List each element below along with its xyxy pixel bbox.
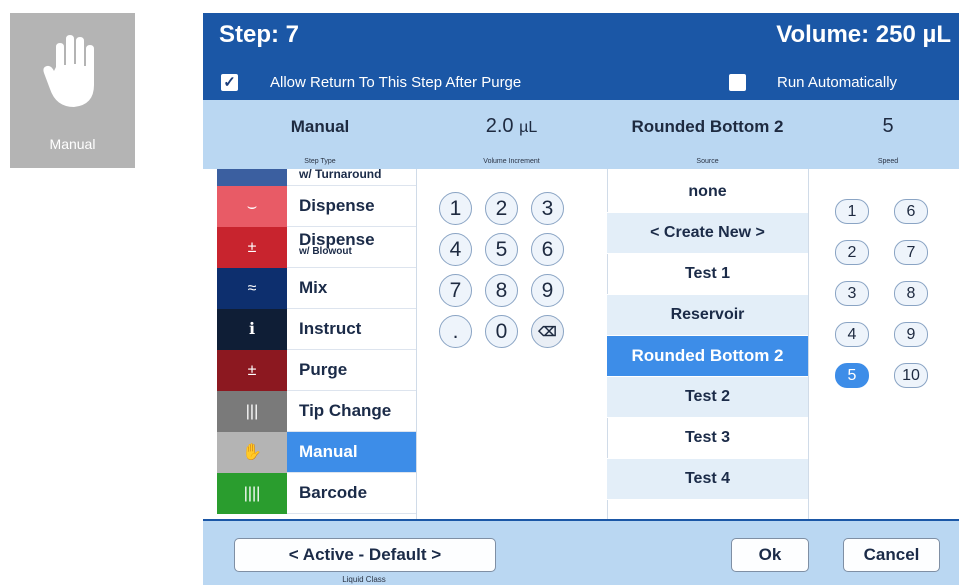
- step-type-item[interactable]: ✋ Manual: [217, 432, 416, 473]
- keypad-key[interactable]: 7: [439, 274, 472, 307]
- mix-icon: ≈: [217, 268, 287, 309]
- backspace-key[interactable]: ⌫: [531, 315, 564, 348]
- speed-option[interactable]: 1: [835, 199, 869, 224]
- step-editor-panel: Step: 7 Volume: 250 µL ✓ Allow Return To…: [203, 13, 959, 585]
- step-volume: Volume: 250 µL: [776, 21, 951, 48]
- step-footer: < Active - Default > Liquid Class Ok Can…: [203, 519, 959, 585]
- speed-option[interactable]: 4: [835, 322, 869, 347]
- step-type-list[interactable]: + w/ Turnaround ⌣ Dispense ± Dispensew/ Blowo…: [217, 169, 417, 519]
- volume-keypad: 1 2 3 4 5 6 7 8 9. 0 ⌫: [416, 169, 608, 519]
- speed-option[interactable]: 8: [894, 281, 928, 306]
- source-item[interactable]: Test 2: [607, 377, 808, 418]
- step-type-item[interactable]: + w/ Turnaround: [217, 169, 416, 186]
- speed-label: Speed: [877, 158, 899, 165]
- step-type-label: Manual: [299, 442, 358, 461]
- source-item[interactable]: none: [607, 172, 808, 213]
- source-item[interactable]: Test 3: [607, 418, 808, 459]
- purge-icon: ±: [217, 350, 287, 391]
- keypad-key[interactable]: 6: [531, 233, 564, 266]
- keypad-key[interactable]: 8: [485, 274, 518, 307]
- step-type-item[interactable]: ≈ Mix: [217, 268, 416, 309]
- step-type-label: Dispense: [299, 196, 375, 215]
- step-type-label: Mix: [299, 278, 328, 297]
- step-type-label: Instruct: [299, 319, 362, 338]
- speed-option[interactable]: 3: [835, 281, 869, 306]
- allow-return-checkbox[interactable]: ✓: [221, 74, 238, 91]
- source-value: Rounded Bottom 2: [631, 117, 784, 136]
- plus-icon: +: [217, 169, 287, 186]
- source-item[interactable]: < Create New >: [607, 213, 808, 254]
- ok-button[interactable]: Ok: [731, 538, 809, 572]
- volume-increment-value: 2.0 µL: [485, 115, 538, 137]
- step-type-item[interactable]: ℹ Instruct: [217, 309, 416, 350]
- source-item[interactable]: Test 4: [607, 459, 808, 500]
- cancel-button[interactable]: Cancel: [843, 538, 940, 572]
- barcode-icon: ||||: [217, 473, 287, 514]
- speed-value: 5: [882, 115, 894, 137]
- dispense-icon: ⌣: [217, 186, 287, 227]
- step-editor-body: + w/ Turnaround ⌣ Dispense ± Dispensew/ Blowo…: [203, 169, 959, 519]
- source-list[interactable]: none < Create New > Test 1 Reservoir Rounded…: [607, 169, 809, 519]
- step-summary-bar: Manual Step Type 2.0 µL Volume Increment…: [203, 100, 959, 169]
- keypad-key[interactable]: 5: [485, 233, 518, 266]
- source-label: Source: [696, 158, 719, 165]
- step-type-label: Tip Change: [299, 401, 392, 420]
- step-type-label: Barcode: [299, 483, 368, 502]
- run-automatically-label: Run Automatically: [777, 74, 898, 91]
- step-type-value: Manual: [290, 117, 350, 136]
- speed-selector: 1 6 2 7 3 8 4 9 5 10: [808, 169, 959, 519]
- keypad-key[interactable]: 1: [439, 192, 472, 225]
- keypad-key[interactable]: 9: [531, 274, 564, 307]
- source-item[interactable]: Reservoir: [607, 295, 808, 336]
- keypad-key[interactable]: 2: [485, 192, 518, 225]
- step-type-label: Step Type: [304, 158, 336, 165]
- step-type-item[interactable]: ⌣ Dispense: [217, 186, 416, 227]
- hand-icon: ✋: [217, 432, 287, 473]
- manual-side-button[interactable]: Manual: [10, 13, 135, 168]
- step-type-item[interactable]: |||| Barcode: [217, 473, 416, 514]
- speed-option[interactable]: 10: [894, 363, 928, 388]
- step-type-item[interactable]: ± Purge: [217, 350, 416, 391]
- speed-option[interactable]: 9: [894, 322, 928, 347]
- dispense-blowout-icon: ±: [217, 227, 287, 268]
- volume-increment-label: Volume Increment: [483, 158, 540, 165]
- manual-side-label: Manual: [49, 136, 96, 152]
- step-header: Step: 7 Volume: 250 µL ✓ Allow Return To…: [203, 13, 959, 100]
- source-item[interactable]: Test 1: [607, 254, 808, 295]
- allow-return-label: Allow Return To This Step After Purge: [270, 74, 522, 91]
- speed-option[interactable]: 2: [835, 240, 869, 265]
- step-type-label: Dispense w/ Blowout: [299, 230, 375, 257]
- instruct-icon: ℹ: [217, 309, 287, 350]
- speed-option[interactable]: 6: [894, 199, 928, 224]
- step-type-item[interactable]: ± Dispense w/ Blowout: [217, 227, 416, 268]
- step-number: Step: 7: [219, 21, 300, 48]
- run-automatically-checkbox[interactable]: [729, 74, 746, 91]
- keypad-key[interactable]: 4: [439, 233, 472, 266]
- source-item[interactable]: Rounded Bottom 2: [607, 336, 808, 377]
- liquid-class-label: Liquid Class: [342, 575, 386, 584]
- keypad-key[interactable]: 0: [485, 315, 518, 348]
- hand-icon: [43, 35, 94, 107]
- speed-option[interactable]: 7: [894, 240, 928, 265]
- speed-option[interactable]: 5: [835, 363, 869, 388]
- keypad-key[interactable]: 3: [531, 192, 564, 225]
- step-type-label: w/ Turnaround: [299, 169, 382, 181]
- step-type-item[interactable]: ||| Tip Change: [217, 391, 416, 432]
- tip-change-icon: |||: [217, 391, 287, 432]
- step-type-label: Purge: [299, 360, 348, 379]
- keypad-key[interactable]: .: [439, 315, 472, 348]
- liquid-class-button[interactable]: < Active - Default >: [234, 538, 496, 572]
